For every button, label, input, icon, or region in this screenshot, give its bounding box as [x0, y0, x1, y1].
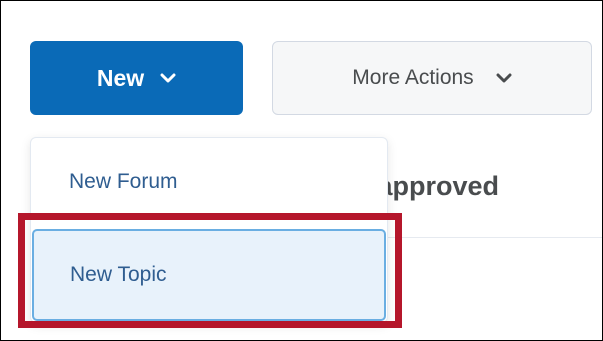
screenshot-frame: New More Actions napproved New Forum New… — [0, 0, 603, 341]
menu-item-label: New Forum — [69, 170, 178, 193]
chevron-down-icon — [160, 73, 176, 84]
menu-item-new-forum[interactable]: New Forum — [31, 138, 387, 226]
menu-item-label: New Topic — [70, 263, 167, 286]
more-actions-button[interactable]: More Actions — [272, 41, 592, 115]
new-button[interactable]: New — [30, 41, 243, 115]
more-actions-label: More Actions — [352, 66, 474, 89]
new-dropdown-menu: New Forum New Topic — [30, 137, 388, 323]
chevron-down-icon — [496, 73, 512, 84]
menu-item-new-topic[interactable]: New Topic — [32, 229, 386, 321]
new-button-label: New — [96, 64, 145, 91]
